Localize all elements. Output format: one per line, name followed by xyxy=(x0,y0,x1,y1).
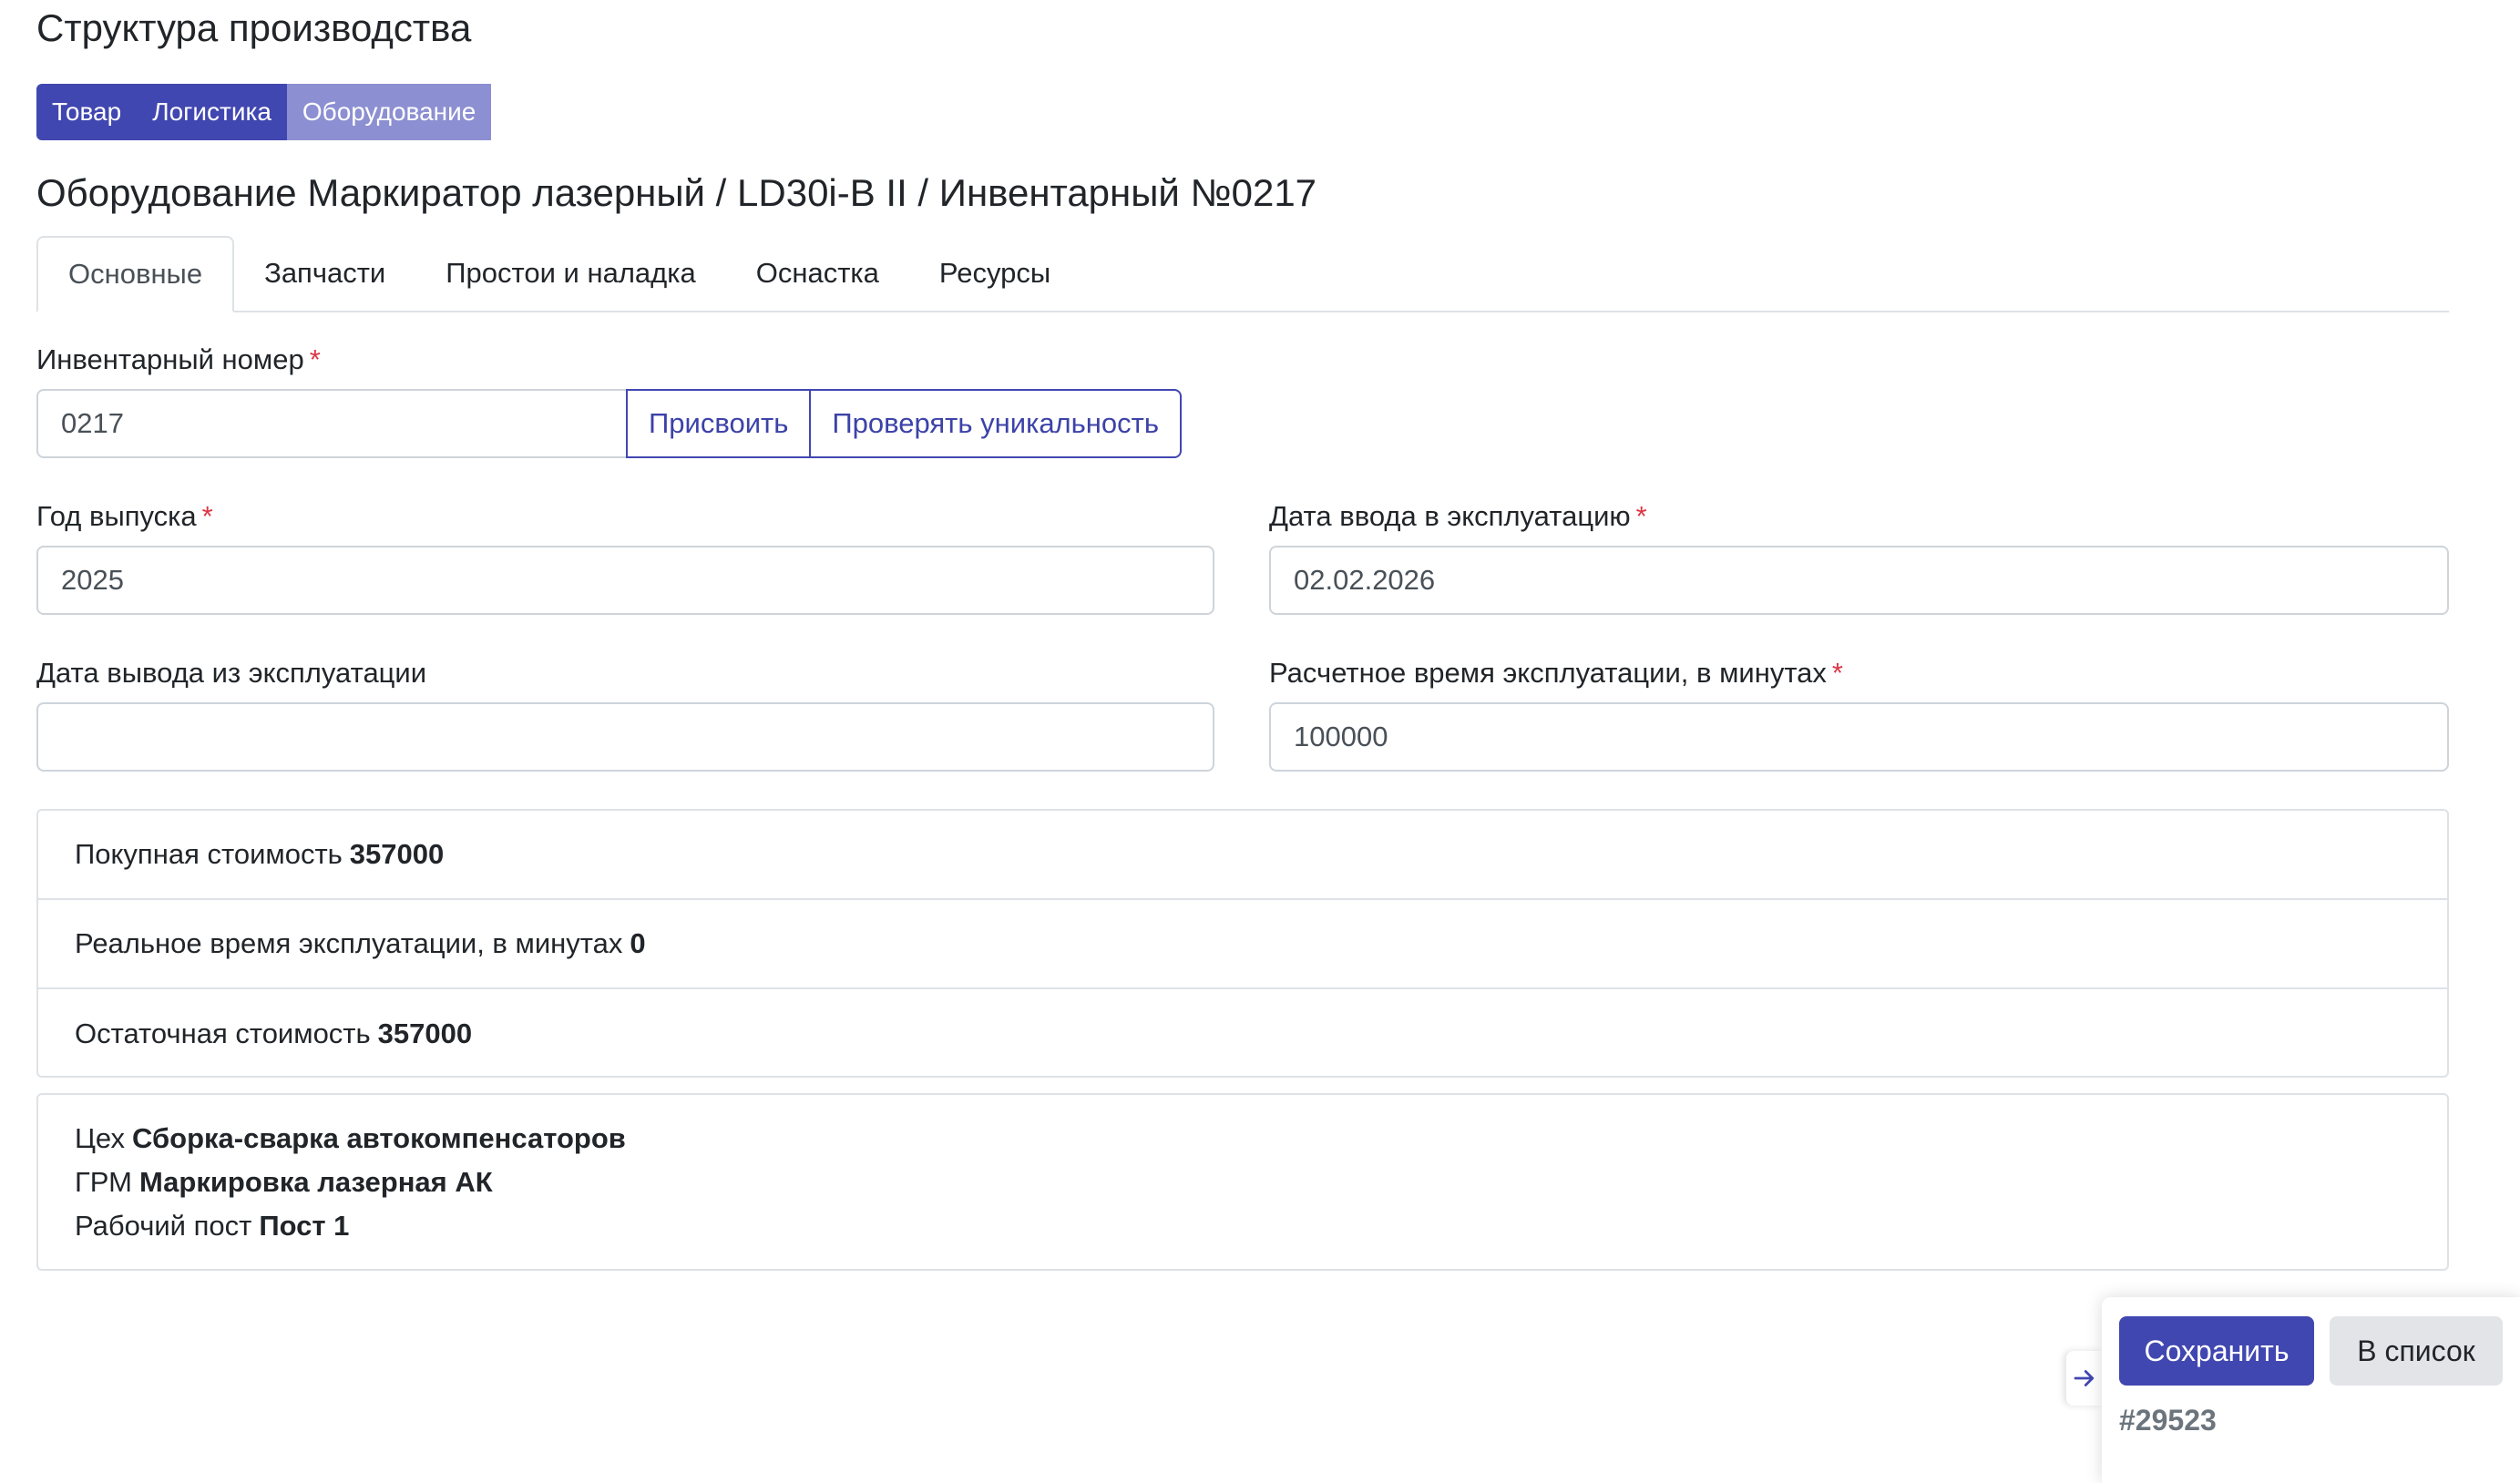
tabs: Основные Запчасти Простои и наладка Осна… xyxy=(36,236,2449,312)
required-mark: * xyxy=(1831,657,1843,689)
back-to-list-button[interactable]: В список xyxy=(2330,1316,2503,1386)
year-group: Год выпуска * 2025 xyxy=(36,498,1214,615)
stat-value: 357000 xyxy=(377,1018,473,1049)
estimated-time-input[interactable]: 100000 xyxy=(1269,702,2449,772)
stat-purchase-cost: Покупная стоимость 357000 xyxy=(38,811,2447,900)
nav-logistics[interactable]: Логистика xyxy=(137,84,287,140)
location-card: Цех Сборка-сварка автокомпенсаторов ГРМ Ма… xyxy=(36,1093,2449,1271)
tab-tooling[interactable]: Оснастка xyxy=(726,236,909,311)
inventory-number-label: Инвентарный номер * xyxy=(36,343,321,375)
inventory-input-group: 0217 Присвоить Проверять уникальность xyxy=(36,389,1214,458)
page-title: Структура производства xyxy=(36,6,472,49)
required-mark: * xyxy=(1635,500,1647,532)
decommission-date-label: Дата вывода из эксплуатации xyxy=(36,657,427,689)
floating-action-panel: Сохранить В список #29523 xyxy=(2102,1297,2520,1483)
estimated-time-group: Расчетное время эксплуатации, в минутах *… xyxy=(1269,655,2449,772)
save-button[interactable]: Сохранить xyxy=(2119,1316,2314,1386)
stats-card: Покупная стоимость 357000 Реальное время … xyxy=(36,809,2449,1078)
stat-value: 0 xyxy=(630,927,646,959)
stat-value: 357000 xyxy=(349,838,445,870)
decommission-date-input[interactable] xyxy=(36,702,1214,772)
decommission-date-group: Дата вывода из эксплуатации xyxy=(36,655,1214,772)
required-mark: * xyxy=(309,343,321,375)
nav-tovar[interactable]: Товар xyxy=(36,84,138,140)
year-input[interactable]: 2025 xyxy=(36,546,1214,615)
section-nav: Товар Логистика Оборудование xyxy=(36,84,513,140)
location-value: Сборка-сварка автокомпенсаторов xyxy=(132,1122,626,1154)
tab-resources[interactable]: Ресурсы xyxy=(909,236,1081,311)
location-grm: ГРМ Маркировка лазерная АК xyxy=(75,1166,493,1198)
assign-button[interactable]: Присвоить xyxy=(626,389,812,458)
estimated-time-label: Расчетное время эксплуатации, в минутах * xyxy=(1269,657,1843,689)
inventory-number-group: Инвентарный номер * 0217 Присвоить Провер… xyxy=(36,342,1214,458)
commission-date-label: Дата ввода в эксплуатацию * xyxy=(1269,500,1647,532)
required-mark: * xyxy=(201,500,213,532)
commission-date-input[interactable]: 02.02.2026 xyxy=(1269,546,2449,615)
inventory-number-input[interactable]: 0217 xyxy=(36,389,628,458)
location-value: Маркировка лазерная АК xyxy=(138,1166,493,1198)
tab-downtime[interactable]: Простои и наладка xyxy=(415,236,725,311)
location-value: Пост 1 xyxy=(259,1210,350,1242)
year-label: Год выпуска * xyxy=(36,500,213,532)
equipment-title: Оборудование Маркиратор лазерный / LD30i… xyxy=(36,171,1317,214)
stat-real-time: Реальное время эксплуатации, в минутах 0 xyxy=(38,900,2447,989)
commission-date-group: Дата ввода в эксплуатацию * 02.02.2026 xyxy=(1269,498,2449,615)
record-id: #29523 xyxy=(2119,1404,2217,1437)
location-workpost: Рабочий пост Пост 1 xyxy=(75,1210,350,1242)
stat-residual-cost: Остаточная стоимость 357000 xyxy=(75,1018,473,1049)
page-container: Структура производства Товар Логистика О… xyxy=(36,0,2449,312)
location-workshop: Цех Сборка-сварка автокомпенсаторов xyxy=(75,1122,626,1154)
arrow-right-icon xyxy=(2074,1370,2095,1386)
panel-toggle-button[interactable] xyxy=(2066,1351,2103,1406)
check-uniqueness-button[interactable]: Проверять уникальность xyxy=(809,389,1183,458)
nav-equipment[interactable]: Оборудование xyxy=(286,84,492,140)
tab-spare-parts[interactable]: Запчасти xyxy=(234,236,415,311)
tab-main[interactable]: Основные xyxy=(36,236,235,312)
